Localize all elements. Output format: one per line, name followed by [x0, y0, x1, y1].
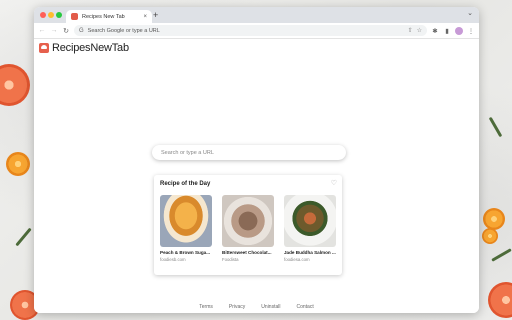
- browser-toolbar: ← → ↻ G Search Google or type a URL ⇧ ☆ …: [34, 23, 479, 39]
- footer-link-privacy[interactable]: Privacy: [229, 304, 245, 310]
- footer: Terms Privacy Uninstall Contact: [34, 304, 479, 310]
- tab-recipes-new-tab[interactable]: Recipes New Tab ×: [66, 10, 152, 23]
- maximize-window-button[interactable]: [56, 12, 62, 18]
- minimize-window-button[interactable]: [48, 12, 54, 18]
- recipe-source: Foodista: [222, 257, 239, 262]
- address-bar-placeholder: Search Google or type a URL: [87, 27, 160, 34]
- search-input[interactable]: [161, 149, 337, 156]
- footer-link-uninstall[interactable]: Uninstall: [261, 304, 280, 310]
- recipe-name[interactable]: Jade Buddha Salmon ...: [284, 250, 336, 255]
- profile-avatar[interactable]: [455, 26, 463, 35]
- forward-icon[interactable]: →: [50, 27, 58, 34]
- recipe-source: foodiesb.com: [160, 257, 186, 262]
- back-icon[interactable]: ←: [38, 27, 46, 34]
- orange-slice-image: [482, 228, 498, 244]
- recipe-thumbnail[interactable]: [284, 195, 336, 247]
- close-icon[interactable]: ×: [143, 14, 147, 20]
- chef-hat-icon: [71, 13, 78, 20]
- recipe-name[interactable]: Peach & Brown Suga...: [160, 250, 212, 255]
- orange-slice-image: [6, 152, 30, 176]
- menu-icon[interactable]: ⋮: [467, 27, 475, 35]
- search-box[interactable]: [152, 145, 346, 160]
- chef-hat-icon: [39, 43, 49, 53]
- recipe-source: foodiesa.com: [284, 257, 310, 262]
- orange-slice-image: [483, 208, 505, 230]
- logo[interactable]: RecipesNewTab: [39, 42, 129, 54]
- new-tab-button[interactable]: +: [153, 10, 158, 20]
- recipe-item[interactable]: Jade Buddha Salmon ... foodiesa.com: [284, 195, 336, 262]
- browser-window: Recipes New Tab × + ⌄ ← → ↻ G Search Goo…: [34, 7, 479, 313]
- recipe-name[interactable]: Bittersweet Chocolat...: [222, 250, 274, 255]
- recipe-list: Peach & Brown Suga... foodiesb.com Bitte…: [160, 195, 336, 262]
- new-tab-page: RecipesNewTab Recipe of the Day ♡ Peach …: [34, 39, 479, 313]
- tab-title: Recipes New Tab: [82, 13, 125, 20]
- recipe-of-the-day-card: Recipe of the Day ♡ Peach & Brown Suga..…: [154, 175, 342, 275]
- footer-link-contact[interactable]: Contact: [296, 304, 313, 310]
- heart-icon[interactable]: ♡: [331, 179, 337, 187]
- star-icon[interactable]: ☆: [417, 27, 422, 34]
- card-title: Recipe of the Day: [160, 181, 211, 187]
- extensions-icon[interactable]: ✱: [431, 27, 439, 35]
- tab-bar: Recipes New Tab × + ⌄: [34, 7, 479, 23]
- footer-link-terms[interactable]: Terms: [199, 304, 213, 310]
- recipe-thumbnail[interactable]: [222, 195, 274, 247]
- logo-text: RecipesNewTab: [52, 42, 129, 54]
- recipe-thumbnail[interactable]: [160, 195, 212, 247]
- side-panel-icon[interactable]: ▮: [443, 27, 451, 35]
- google-icon: G: [79, 27, 84, 34]
- reload-icon[interactable]: ↻: [62, 27, 70, 35]
- share-icon[interactable]: ⇧: [408, 27, 413, 34]
- close-window-button[interactable]: [40, 12, 46, 18]
- address-bar[interactable]: G Search Google or type a URL ⇧ ☆: [74, 25, 427, 36]
- chevron-down-icon[interactable]: ⌄: [467, 9, 473, 17]
- recipe-item[interactable]: Bittersweet Chocolat... Foodista: [222, 195, 274, 262]
- recipe-item[interactable]: Peach & Brown Suga... foodiesb.com: [160, 195, 212, 262]
